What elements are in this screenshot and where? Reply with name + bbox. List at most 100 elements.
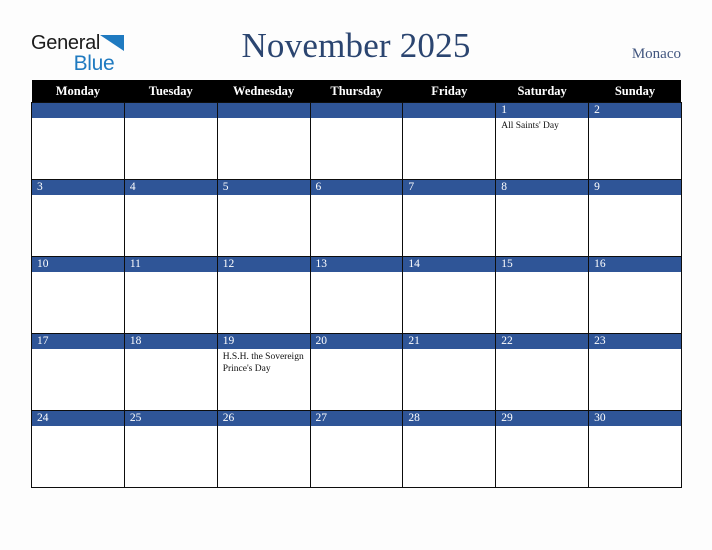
weekday-header-sunday: Sunday (588, 80, 682, 103)
calendar-day-cell[interactable]: 24 (31, 410, 125, 488)
calendar-day-cell[interactable]: 19 H.S.H. the Sovereign Prince's Day (216, 333, 311, 411)
day-number: 25 (124, 411, 217, 426)
calendar-day-cell[interactable] (402, 102, 497, 180)
day-number: 30 (589, 411, 681, 426)
calendar-day-cell[interactable]: 8 (495, 179, 590, 257)
day-event (403, 118, 495, 121)
calendar-day-cell[interactable]: 10 (31, 256, 125, 334)
day-number: 19 (217, 334, 310, 349)
day-event (311, 118, 403, 121)
day-event (311, 272, 403, 275)
calendar-day-cell[interactable]: 2 (588, 102, 682, 180)
day-number: 4 (124, 180, 217, 195)
day-event (496, 426, 588, 429)
calendar-grid: Monday Tuesday Wednesday Thursday Friday… (31, 80, 682, 488)
calendar-day-cell[interactable]: 23 (588, 333, 682, 411)
calendar-day-cell[interactable]: 30 (588, 410, 682, 488)
day-event (403, 195, 495, 198)
day-event (218, 272, 310, 275)
day-event (311, 349, 403, 352)
calendar-day-cell[interactable]: 9 (588, 179, 682, 257)
calendar-day-cell[interactable]: 12 (216, 256, 311, 334)
day-number: 5 (217, 180, 310, 195)
calendar-week-row: 24 25 26 27 28 29 30 (31, 410, 682, 488)
calendar-day-cell[interactable]: 15 (495, 256, 590, 334)
calendar-day-cell[interactable]: 21 (402, 333, 497, 411)
day-event (311, 195, 403, 198)
day-event (32, 195, 124, 198)
day-number: 18 (124, 334, 217, 349)
day-number (124, 103, 217, 118)
day-event (403, 349, 495, 352)
calendar-day-cell[interactable]: 16 (588, 256, 682, 334)
calendar-week-row: 1 All Saints' Day 2 (31, 102, 682, 180)
calendar-day-cell[interactable] (31, 102, 125, 180)
calendar-day-cell[interactable]: 14 (402, 256, 497, 334)
day-event: H.S.H. the Sovereign Prince's Day (222, 352, 304, 374)
calendar-week-row: 10 11 12 13 14 15 16 (31, 256, 682, 334)
day-event (32, 426, 124, 429)
calendar-body: 1 All Saints' Day 2 3 4 5 6 7 8 9 10 11 … (31, 102, 682, 488)
day-number (403, 103, 496, 118)
weekday-header-thursday: Thursday (310, 80, 403, 103)
country-label: Monaco (631, 46, 681, 62)
calendar-day-cell[interactable]: 28 (402, 410, 497, 488)
day-event (589, 195, 681, 198)
calendar-day-cell[interactable]: 5 (216, 179, 311, 257)
day-event (311, 426, 403, 429)
day-number: 7 (403, 180, 496, 195)
day-number (217, 103, 310, 118)
day-number: 3 (32, 180, 124, 195)
calendar-day-cell[interactable]: 3 (31, 179, 125, 257)
day-number: 1 (496, 103, 589, 118)
calendar-day-cell[interactable] (216, 102, 311, 180)
day-event (125, 272, 217, 275)
weekday-header-wednesday: Wednesday (217, 80, 311, 103)
calendar-day-cell[interactable] (123, 102, 218, 180)
calendar-day-cell[interactable]: 29 (495, 410, 590, 488)
day-event (496, 349, 588, 352)
calendar-page: General Blue November 2025 Monaco Monday… (0, 0, 712, 550)
calendar-day-cell[interactable]: 7 (402, 179, 497, 257)
calendar-day-cell[interactable]: 22 (495, 333, 590, 411)
day-event (589, 272, 681, 275)
day-number (32, 103, 124, 118)
day-event (218, 426, 310, 429)
calendar-header-row: Monday Tuesday Wednesday Thursday Friday… (31, 80, 682, 103)
weekday-header-row: Monday Tuesday Wednesday Thursday Friday… (31, 80, 682, 103)
day-number: 13 (310, 257, 403, 272)
day-number: 20 (310, 334, 403, 349)
calendar-day-cell[interactable]: 26 (216, 410, 311, 488)
day-event (589, 118, 681, 121)
day-event (496, 195, 588, 198)
day-number: 6 (310, 180, 403, 195)
weekday-header-saturday: Saturday (495, 80, 589, 103)
calendar-day-cell[interactable]: 25 (123, 410, 218, 488)
day-number: 15 (496, 257, 589, 272)
calendar-day-cell[interactable]: 17 (31, 333, 125, 411)
calendar-day-cell[interactable] (309, 102, 404, 180)
day-event (125, 349, 217, 352)
day-number: 22 (496, 334, 589, 349)
weekday-header-tuesday: Tuesday (124, 80, 218, 103)
calendar-day-cell[interactable]: 1 All Saints' Day (495, 102, 590, 180)
day-number (310, 103, 403, 118)
day-event: All Saints' Day (501, 121, 559, 131)
day-number: 2 (589, 103, 681, 118)
day-number: 27 (310, 411, 403, 426)
weekday-header-friday: Friday (402, 80, 496, 103)
day-number: 14 (403, 257, 496, 272)
calendar-day-cell[interactable]: 18 (123, 333, 218, 411)
calendar-day-cell[interactable]: 27 (309, 410, 404, 488)
calendar-day-cell[interactable]: 6 (309, 179, 404, 257)
page-header: General Blue November 2025 Monaco (0, 0, 712, 80)
calendar-day-cell[interactable]: 20 (309, 333, 404, 411)
calendar-day-cell[interactable]: 13 (309, 256, 404, 334)
day-number: 10 (32, 257, 124, 272)
day-number: 12 (217, 257, 310, 272)
calendar-week-row: 17 18 19 H.S.H. the Sovereign Prince's D… (31, 333, 682, 411)
calendar-day-cell[interactable]: 4 (123, 179, 218, 257)
day-number: 16 (589, 257, 681, 272)
day-number: 8 (496, 180, 589, 195)
calendar-day-cell[interactable]: 11 (123, 256, 218, 334)
